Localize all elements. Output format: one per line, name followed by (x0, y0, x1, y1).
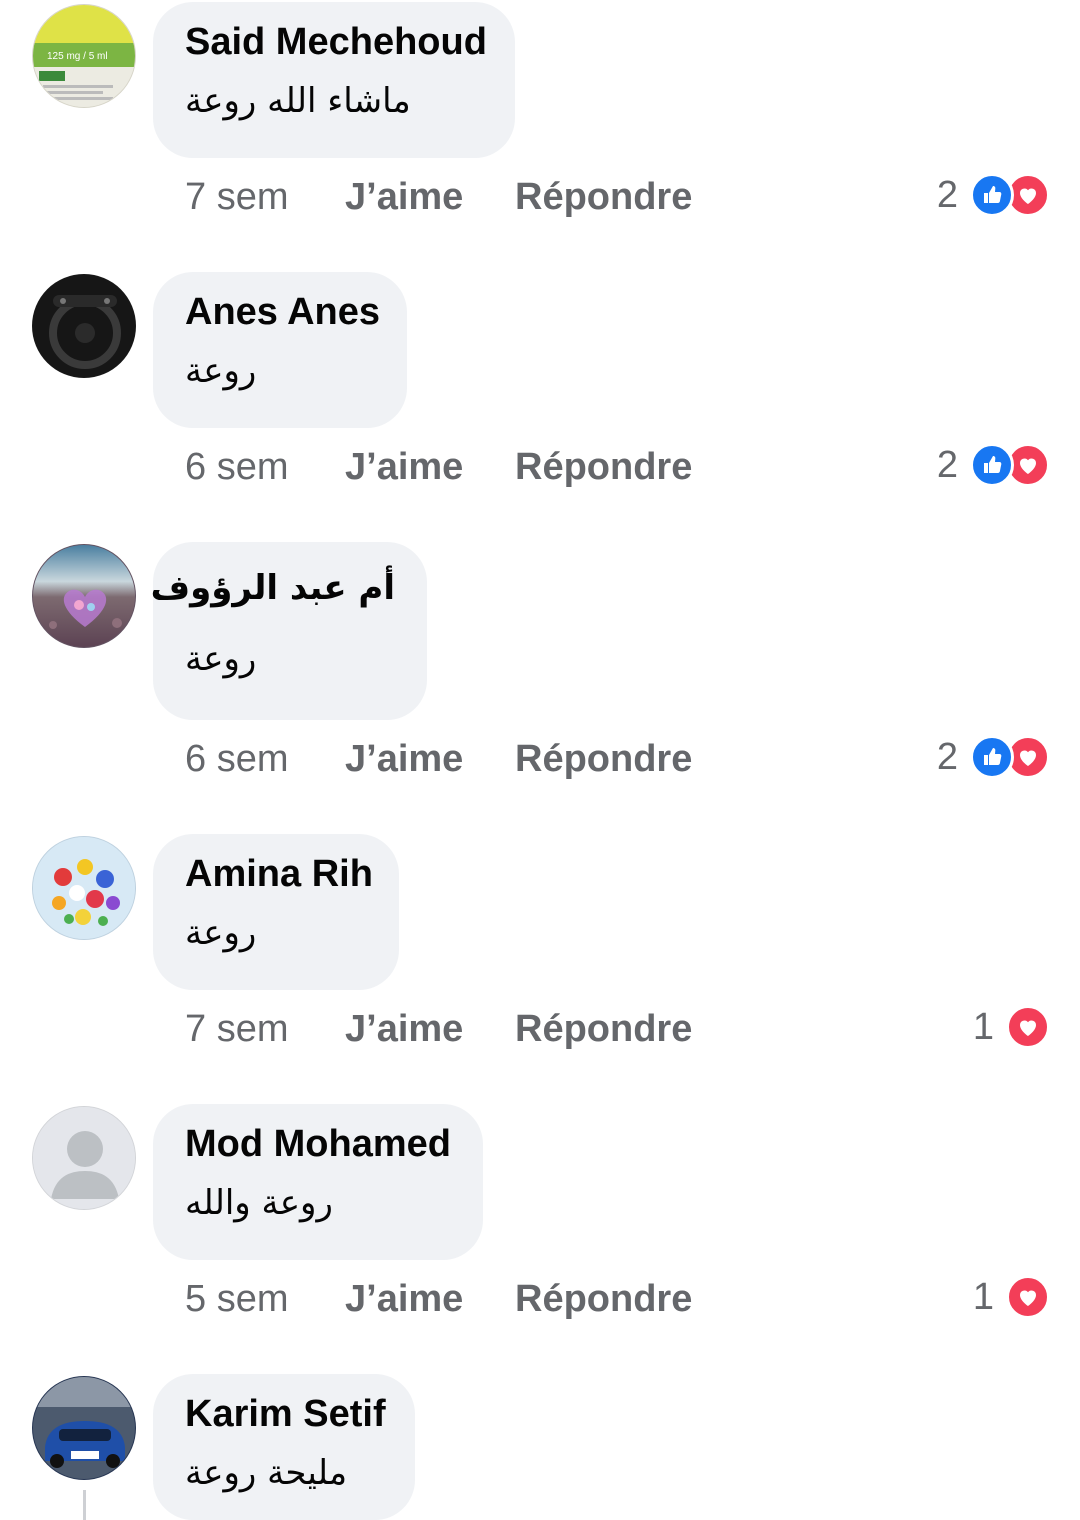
avatar[interactable] (32, 544, 136, 648)
medicine-box-avatar: 125 mg / 5 ml (33, 5, 135, 107)
comment-author[interactable]: Said Mechehoud (185, 20, 487, 64)
love-icon (1006, 1005, 1050, 1049)
car-interior-avatar (33, 275, 135, 377)
heart-stone-beach-avatar (33, 545, 135, 647)
avatar[interactable]: 125 mg / 5 ml (32, 4, 136, 108)
comment-author[interactable]: Karim Setif (185, 1392, 386, 1436)
reaction-count: 2 (936, 174, 958, 216)
like-button[interactable]: J’aime (345, 1276, 463, 1322)
comment-time[interactable]: 6 sem (185, 444, 288, 490)
reaction-summary[interactable]: 2 (937, 442, 1050, 488)
avatar[interactable] (32, 836, 136, 940)
reply-button[interactable]: Répondre (515, 1276, 692, 1322)
comment-bubble: Anes Anes روعة (153, 272, 407, 428)
comment-text: روعة والله (185, 1183, 333, 1223)
like-button[interactable]: J’aime (345, 444, 463, 490)
comment-time[interactable]: 7 sem (185, 174, 288, 220)
reply-button[interactable]: Répondre (515, 444, 692, 490)
comment-author[interactable]: Anes Anes (185, 290, 380, 334)
flower-bouquet-avatar (33, 837, 135, 939)
reply-button[interactable]: Répondre (515, 736, 692, 782)
comment-text: روعة (185, 913, 257, 953)
comment-text: ماشاء الله روعة (185, 81, 411, 121)
default-person-avatar (33, 1107, 135, 1209)
like-button[interactable]: J’aime (345, 1006, 463, 1052)
reaction-count: 1 (972, 1006, 994, 1048)
comment-bubble: Mod Mohamed روعة والله (153, 1104, 483, 1260)
reply-button[interactable]: Répondre (515, 1006, 692, 1052)
comment-author[interactable]: أم عبد الرؤوف (151, 560, 395, 616)
avatar[interactable] (32, 1376, 136, 1480)
comment-bubble: أم عبد الرؤوف روعة (151, 542, 427, 720)
like-button[interactable]: J’aime (345, 174, 463, 220)
reaction-summary[interactable]: 2 (937, 734, 1050, 780)
reaction-summary[interactable]: 1 (973, 1004, 1050, 1050)
comment-time[interactable]: 5 sem (185, 1276, 288, 1322)
blue-car-avatar (33, 1377, 135, 1479)
comment-bubble: Said Mechehoud ماشاء الله روعة (153, 2, 515, 158)
comment-bubble: Karim Setif مليحة روعة (153, 1374, 415, 1520)
avatar-label: 125 mg / 5 ml (47, 51, 108, 62)
reply-button[interactable]: Répondre (515, 174, 692, 220)
comment-author[interactable]: Amina Rih (185, 852, 373, 896)
comment-text: روعة (185, 351, 257, 391)
love-icon (1006, 1275, 1050, 1319)
reply-thread-line (83, 1490, 86, 1520)
comment-bubble: Amina Rih روعة (153, 834, 399, 990)
reaction-count: 2 (936, 444, 958, 486)
avatar[interactable] (32, 1106, 136, 1210)
like-icon (970, 443, 1014, 487)
reaction-summary[interactable]: 2 (937, 172, 1050, 218)
reaction-count: 2 (936, 736, 958, 778)
comment-text: مليحة روعة (185, 1453, 348, 1493)
comment-text: روعة (185, 639, 257, 679)
avatar[interactable] (32, 274, 136, 378)
comment-author[interactable]: Mod Mohamed (185, 1122, 451, 1166)
like-icon (970, 173, 1014, 217)
comment-time[interactable]: 6 sem (185, 736, 288, 782)
like-button[interactable]: J’aime (345, 736, 463, 782)
like-icon (970, 735, 1014, 779)
reaction-count: 1 (972, 1276, 994, 1318)
reaction-summary[interactable]: 1 (973, 1274, 1050, 1320)
comment-time[interactable]: 7 sem (185, 1006, 288, 1052)
